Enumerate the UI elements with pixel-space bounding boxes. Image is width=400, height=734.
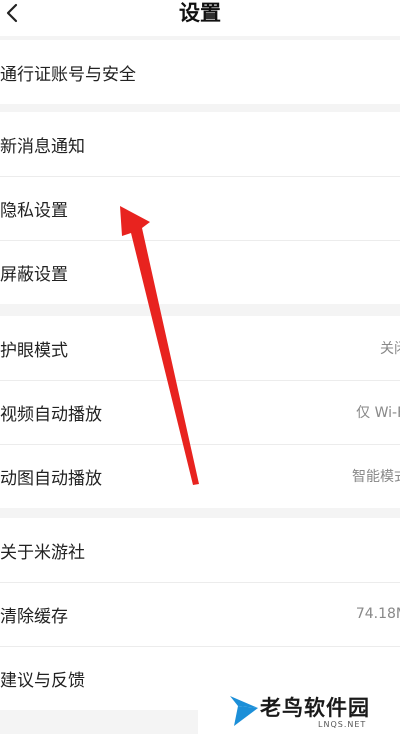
- bird-logo-icon: [230, 696, 258, 726]
- settings-item-about[interactable]: 关于米游社: [0, 518, 400, 582]
- settings-group-account: 通行证账号与安全: [0, 40, 400, 104]
- top-bar: 设置: [0, 0, 400, 36]
- settings-item-gif-autoplay[interactable]: 动图自动播放 智能模式: [0, 444, 400, 508]
- settings-group-about: 关于米游社 清除缓存 74.18M 建议与反馈: [0, 518, 400, 710]
- settings-item-value: 关闭: [380, 341, 400, 357]
- settings-item-value: 智能模式: [352, 469, 400, 485]
- settings-item-label: 通行证账号与安全: [0, 64, 136, 85]
- settings-item-block[interactable]: 屏蔽设置: [0, 240, 400, 304]
- settings-item-account-security[interactable]: 通行证账号与安全: [0, 40, 400, 104]
- watermark-domain: LNQS.NET: [318, 720, 367, 729]
- settings-item-label: 建议与反馈: [0, 670, 85, 691]
- settings-item-label: 护眼模式: [0, 340, 68, 361]
- settings-item-label: 视频自动播放: [0, 404, 102, 425]
- settings-item-clear-cache[interactable]: 清除缓存 74.18M: [0, 582, 400, 646]
- settings-item-label: 新消息通知: [0, 136, 85, 157]
- settings-item-privacy[interactable]: 隐私设置: [0, 176, 400, 240]
- settings-item-eye-protection[interactable]: 护眼模式 关闭: [0, 316, 400, 380]
- page-title: 设置: [179, 1, 221, 25]
- watermark: 老鸟软件园 LNQS.NET: [198, 686, 400, 734]
- settings-item-label: 屏蔽设置: [0, 264, 68, 285]
- settings-item-label: 隐私设置: [0, 200, 68, 221]
- settings-item-label: 清除缓存: [0, 606, 68, 627]
- settings-group-notifications: 新消息通知 隐私设置 屏蔽设置: [0, 112, 400, 304]
- settings-item-new-message-notification[interactable]: 新消息通知: [0, 112, 400, 176]
- settings-item-value: 74.18M: [355, 606, 400, 622]
- settings-item-label: 关于米游社: [0, 542, 85, 563]
- settings-group-display: 护眼模式 关闭 视频自动播放 仅 Wi-Fi 动图自动播放 智能模式: [0, 316, 400, 508]
- settings-item-video-autoplay[interactable]: 视频自动播放 仅 Wi-Fi: [0, 380, 400, 444]
- settings-item-label: 动图自动播放: [0, 468, 102, 489]
- watermark-text: 老鸟软件园: [260, 696, 370, 720]
- settings-item-value: 仅 Wi-Fi: [356, 405, 400, 421]
